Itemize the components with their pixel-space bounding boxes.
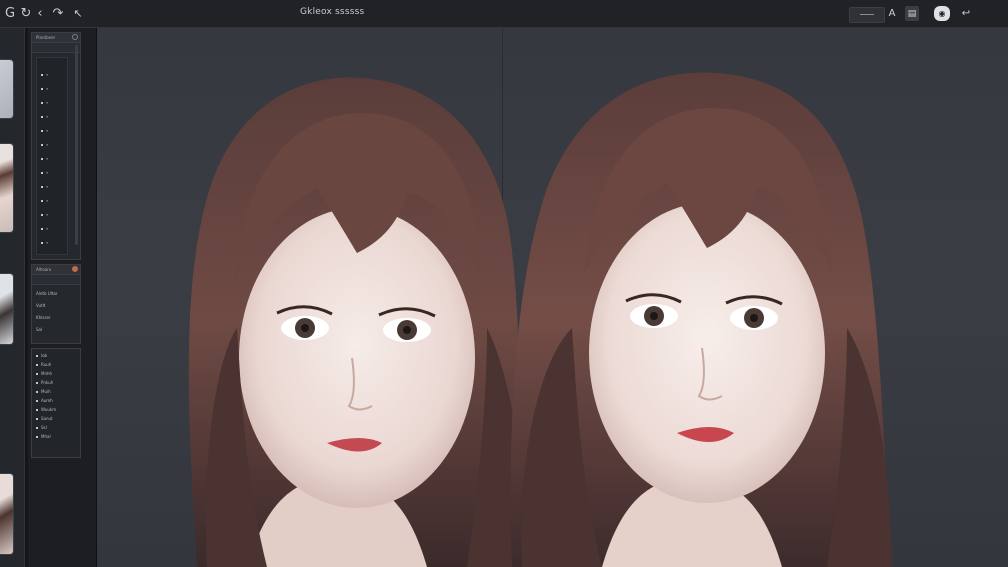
list-item[interactable]: » [37,184,67,190]
tree-item[interactable]: Ssl [32,425,80,431]
list-item[interactable]: » [37,198,67,204]
thumbnail[interactable] [0,60,13,118]
thumbnail[interactable] [0,474,13,554]
tree-panel: lob Ruuh Mnhh Pnkuh Muih Aumh Wuukm Sanu… [31,348,81,458]
property-row[interactable]: Vutlt [32,303,80,309]
thumbnail[interactable] [0,144,13,232]
image-canvas[interactable] [97,28,1008,567]
tree-item[interactable]: Aumh [32,398,80,404]
panel-title: Alhoaru [36,267,52,272]
tree-item[interactable]: Sanut [32,416,80,422]
property-row[interactable]: Khlsser [32,315,80,321]
top-toolbar: G ↻ ‹ ↷ ↖ Gkleox ssssss A ▤ ◉ ↩ [0,0,1008,28]
window-title: Gkleox ssssss [300,7,365,17]
panel-subheader [32,43,80,53]
list-item[interactable]: » [37,156,67,162]
zoom-field[interactable] [849,7,885,23]
list-item[interactable]: » [37,240,67,246]
list-item[interactable]: » [37,212,67,218]
list-item[interactable]: » [37,72,67,78]
chevron-left-icon[interactable]: ‹ [32,5,48,21]
panel-subheader [32,275,80,285]
before-portrait [127,28,547,567]
scrollbar[interactable] [75,45,78,245]
tree-item[interactable]: Mnhh [32,371,80,377]
list-item[interactable]: » [37,128,67,134]
eye-icon[interactable]: ◉ [934,6,950,21]
panel-title: Plantbeer [36,35,56,40]
layer-list[interactable]: » » » » » » » » » » » » » [36,57,68,255]
list-item[interactable]: » [37,170,67,176]
properties-panel: Alhoaru Alntb Ultar Vutlt Khlsser Sal [31,264,81,344]
panel-column: Plantbeer » » » » » » » » » » » » » Alho… [28,28,97,567]
redo-icon[interactable]: ↷ [50,5,66,21]
back-circle-icon[interactable]: G [2,5,18,21]
list-item[interactable]: » [37,100,67,106]
cursor-icon[interactable]: ↖ [70,5,86,21]
thumbnail-strip [0,28,25,567]
property-row[interactable]: Sal [32,327,80,333]
thumbnail[interactable] [0,274,13,344]
list-item[interactable]: » [37,114,67,120]
property-row[interactable]: Alntb Ultar [32,291,80,297]
tree-item[interactable]: Muih [32,389,80,395]
panel-header: Alhoaru [32,265,80,275]
panel-header: Plantbeer [32,33,80,43]
tree-item[interactable]: Wuukm [32,407,80,413]
layers-panel: Plantbeer » » » » » » » » » » » » » [31,32,81,260]
tree-item[interactable]: lob [32,353,80,359]
status-dot-icon[interactable] [72,266,78,272]
document-icon[interactable]: ▤ [905,6,919,21]
tree-item[interactable]: Ruuh [32,362,80,368]
after-portrait [502,28,922,567]
list-item[interactable]: » [37,142,67,148]
tree-item[interactable]: Mhal [32,434,80,440]
tree-item[interactable]: Pnkuh [32,380,80,386]
back-arrow-icon[interactable]: ↩ [960,6,972,21]
text-icon[interactable]: A [886,6,898,21]
list-item[interactable]: » [37,86,67,92]
close-icon[interactable] [72,34,78,40]
list-item[interactable]: » [37,226,67,232]
